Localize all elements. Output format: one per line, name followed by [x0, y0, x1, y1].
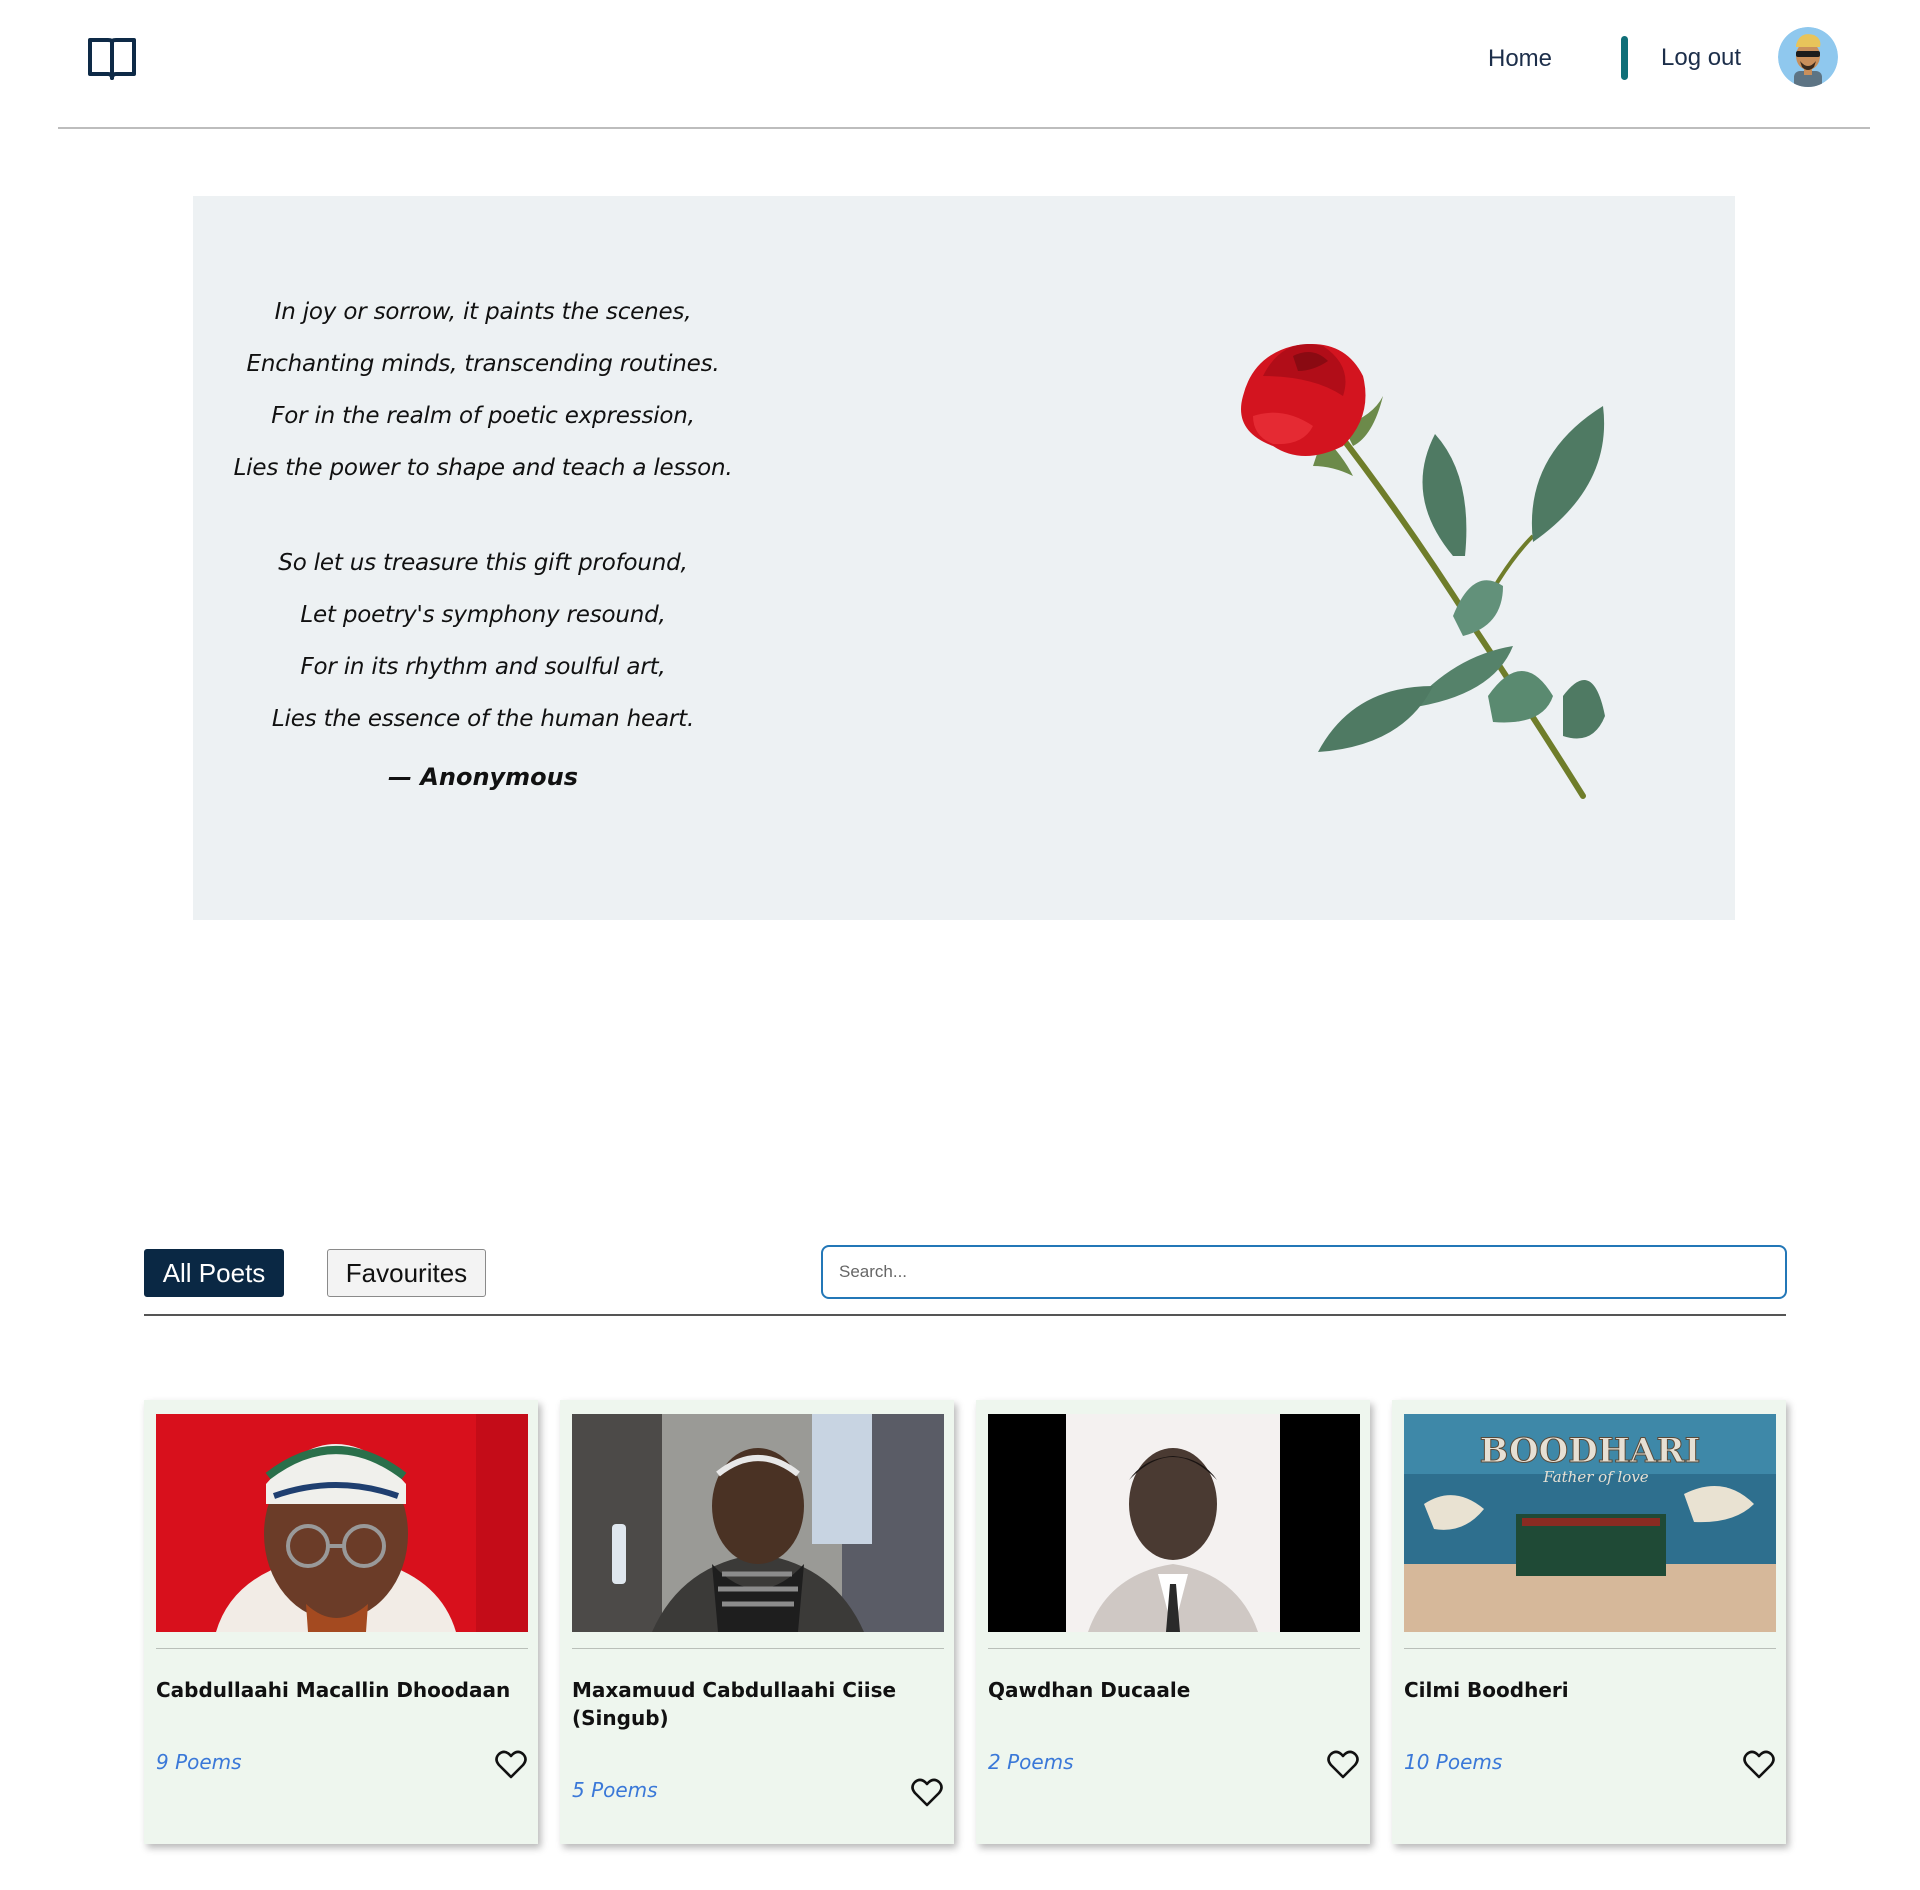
card-divider [156, 1648, 528, 1649]
poet-card[interactable]: Cabdullaahi Macallin Dhoodaan 9 Poems [144, 1400, 538, 1844]
nav-divider [1621, 36, 1628, 80]
mural-title: BOODHARI [1480, 1431, 1701, 1471]
poet-name: Cabdullaahi Macallin Dhoodaan [156, 1678, 511, 1702]
poet-card[interactable]: Qawdhan Ducaale 2 Poems [976, 1400, 1370, 1844]
nav-home-link[interactable]: Home [1488, 45, 1552, 73]
red-rose-image [1241, 344, 1605, 799]
poet-photo [156, 1414, 528, 1632]
tab-all-poets[interactable]: All Poets [144, 1249, 284, 1297]
card-divider [572, 1648, 944, 1649]
heart-outline-icon[interactable] [1327, 1750, 1359, 1780]
poet-name: Qawdhan Ducaale [988, 1678, 1191, 1702]
filter-divider [144, 1314, 1786, 1316]
logout-link[interactable]: Log out [1661, 44, 1741, 72]
stanza-gap [233, 494, 733, 537]
heart-outline-icon[interactable] [495, 1750, 527, 1780]
poem-line: Lies the power to shape and teach a less… [233, 455, 733, 481]
poem-count: 2 Poems [988, 1750, 1074, 1774]
poem-count: 5 Poems [572, 1778, 658, 1802]
card-divider [988, 1648, 1360, 1649]
heart-outline-icon[interactable] [1743, 1750, 1775, 1780]
poem-line: Lies the essence of the human heart. [271, 706, 695, 732]
poet-photo [572, 1414, 944, 1632]
poet-card[interactable]: BOODHARI Father of love Cilmi Boodheri 1… [1392, 1400, 1786, 1844]
user-avatar-icon[interactable] [1778, 27, 1838, 87]
card-divider [1404, 1648, 1776, 1649]
poem-line: Let poetry's symphony resound, [300, 602, 666, 628]
header-divider [58, 127, 1870, 129]
tab-favourites[interactable]: Favourites [327, 1249, 486, 1297]
mural-subtitle: Father of love [1542, 1468, 1648, 1486]
featured-poem: In joy or sorrow, it paints the scenes, … [233, 286, 733, 791]
poem-line: For in its rhythm and soulful art, [300, 654, 666, 680]
poet-photo: BOODHARI Father of love [1404, 1414, 1776, 1632]
poem-line: So let us treasure this gift profound, [278, 550, 688, 576]
hero-poem-banner: In joy or sorrow, it paints the scenes, … [193, 196, 1735, 920]
poet-photo [988, 1414, 1360, 1632]
poet-name: Maxamuud Cabdullaahi Ciise (Singub) [572, 1678, 897, 1730]
heart-outline-icon[interactable] [911, 1778, 943, 1808]
poem-count: 9 Poems [156, 1750, 242, 1774]
search-input[interactable] [821, 1245, 1787, 1299]
poem-line: Enchanting minds, transcending routines. [246, 351, 720, 377]
poem-line: For in the realm of poetic expression, [271, 403, 695, 429]
poet-card[interactable]: Maxamuud Cabdullaahi Ciise (Singub) 5 Po… [560, 1400, 954, 1844]
poet-name: Cilmi Boodheri [1404, 1678, 1569, 1702]
poem-line: In joy or sorrow, it paints the scenes, [274, 299, 692, 325]
poem-author: — Anonymous [387, 763, 579, 791]
top-navbar: Home Log out [0, 0, 1920, 128]
open-book-icon[interactable] [86, 34, 138, 82]
poem-count: 10 Poems [1404, 1750, 1503, 1774]
